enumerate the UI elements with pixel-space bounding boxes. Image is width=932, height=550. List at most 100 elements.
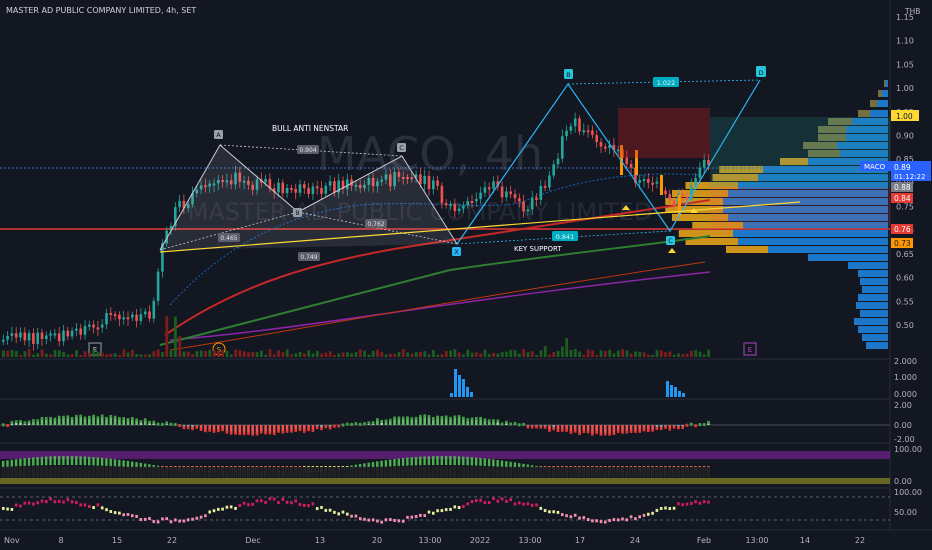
- volume-bar: [487, 354, 491, 357]
- osc2-cell: [436, 466, 439, 478]
- osc3-point: [655, 508, 659, 512]
- osc2-cell: [1, 466, 5, 478]
- osc2-cell: [216, 466, 220, 478]
- volume-bar: [694, 350, 698, 357]
- osc2-cell: [186, 466, 190, 478]
- osc2-bar: [66, 456, 69, 466]
- osc1-dot: [389, 418, 392, 422]
- volume-bar: [470, 352, 474, 357]
- osc2-cell: [449, 466, 452, 478]
- osc2-tick-bot: 0.00: [894, 477, 912, 486]
- volume-bar: [169, 350, 173, 357]
- candle-body: [118, 314, 121, 320]
- osc1-dot: [49, 416, 52, 420]
- osc3-point: [315, 507, 319, 511]
- osc3-point: [204, 514, 207, 518]
- osc3-point: [513, 502, 517, 506]
- chart-title[interactable]: MASTER AD PUBLIC COMPANY LIMITED, 4h, SE…: [6, 6, 196, 15]
- time-label: 22: [855, 536, 865, 545]
- osc2-cell: [173, 466, 177, 478]
- osc2-cell: [27, 466, 31, 478]
- osc3-point: [526, 502, 530, 506]
- osc1-dot: [565, 428, 568, 432]
- osc2-cell: [229, 466, 233, 478]
- osc2-bar: [23, 458, 26, 466]
- osc3-point: [591, 519, 594, 523]
- osc2-cell: [298, 466, 302, 478]
- osc2-bar: [406, 457, 409, 466]
- osc1-dot: [333, 424, 336, 428]
- volume-bar: [333, 354, 336, 357]
- osc2-bar: [453, 456, 456, 466]
- osc3-point: [148, 517, 151, 521]
- osc1-dot: [122, 417, 125, 421]
- osc1-dot: [174, 423, 177, 427]
- osc2-cell: [461, 466, 465, 478]
- candle-body: [333, 181, 336, 193]
- volume-bar: [556, 350, 560, 357]
- osc3-point: [363, 517, 366, 521]
- osc3-point: [152, 520, 156, 524]
- volume-bar: [217, 351, 220, 357]
- osc2-cell: [599, 466, 603, 478]
- osc3-point: [294, 499, 297, 503]
- volume-bar: [629, 353, 633, 357]
- osc3-point: [638, 515, 641, 519]
- osc2-cell: [371, 466, 375, 478]
- osc3-point: [629, 515, 633, 519]
- osc2-cell: [195, 466, 199, 478]
- osc1-dot: [307, 428, 310, 432]
- candle-body: [152, 300, 156, 319]
- osc2-cell: [182, 466, 186, 478]
- osc1-dot: [45, 417, 48, 421]
- osc2-cell: [66, 466, 70, 478]
- osc1-dot: [268, 431, 272, 435]
- chart-canvas[interactable]: MACO, 4h MASTER AD PUBLIC COMPANY LIMITE…: [0, 0, 932, 550]
- ratio-label-3: 0.465: [220, 235, 237, 242]
- candle-body: [664, 190, 667, 195]
- candle-body: [651, 182, 654, 185]
- volume-axis[interactable]: 2.000 1.000 0.000: [894, 357, 917, 399]
- osc1-dot: [320, 427, 323, 431]
- osc2-cell: [36, 466, 39, 478]
- osc3-point: [217, 507, 220, 511]
- osc2-cell: [638, 466, 641, 478]
- volume-bar: [255, 352, 259, 357]
- osc1-dot: [165, 421, 168, 425]
- osc2-cell: [504, 466, 508, 478]
- osc1-dot: [118, 417, 121, 421]
- oscillator-1-axis[interactable]: 2.00 0.00 -2.00: [894, 401, 915, 444]
- osc1-dot: [453, 415, 457, 419]
- osc1-dot: [457, 415, 461, 419]
- osc2-cell: [246, 466, 250, 478]
- vol-tick-1: 1.000: [894, 373, 917, 382]
- osc2-bar: [45, 456, 48, 466]
- ratio-label-5: 1.022: [657, 79, 676, 87]
- osc1-dot: [522, 422, 525, 426]
- candle-body: [505, 191, 508, 198]
- osc1-dot: [255, 432, 259, 436]
- volume-bar: [2, 350, 5, 357]
- volume-bar: [70, 354, 74, 357]
- osc3-point: [569, 515, 573, 519]
- volume-spike-bar: [454, 369, 457, 397]
- volume-bar: [393, 353, 397, 357]
- candle-body: [522, 201, 525, 212]
- profile-row: [858, 326, 888, 333]
- time-label: 24: [630, 536, 640, 545]
- osc2-cell: [92, 466, 95, 478]
- candle-body: [444, 203, 448, 206]
- osc2-bar: [32, 457, 35, 466]
- osc1-dot: [105, 416, 108, 420]
- osc2-bar: [100, 457, 104, 466]
- volume-bar: [221, 349, 225, 357]
- key-support-label: KEY SUPPORT: [514, 245, 562, 253]
- volume-bar: [92, 349, 96, 357]
- osc2-cell: [74, 466, 78, 478]
- candle-body: [40, 332, 44, 340]
- volume-bar: [131, 349, 134, 357]
- volume-bar: [251, 352, 255, 357]
- volume-bar: [122, 349, 126, 357]
- osc1-dot: [406, 416, 409, 420]
- profile-row: [860, 310, 888, 317]
